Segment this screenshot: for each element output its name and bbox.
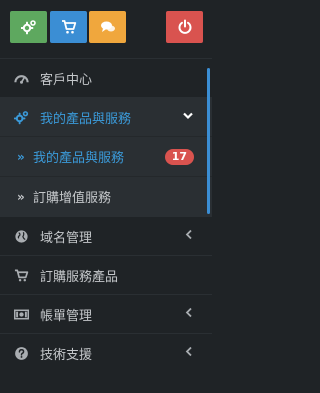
submenu-item-order-addons[interactable]: » 訂購增值服務 xyxy=(0,176,212,216)
submenu-my-products: » 我的產品與服務 17 » 訂購增值服務 xyxy=(0,136,212,216)
sidebar-item-label: 訂購服務產品 xyxy=(40,269,119,285)
submenu-item-label: 訂購增值服務 xyxy=(33,191,112,206)
scrollbar[interactable] xyxy=(207,68,210,214)
sidebar-item-my-products[interactable]: 我的產品與服務 xyxy=(0,97,212,136)
shopping-cart-icon xyxy=(13,267,29,283)
sidebar-item-domains[interactable]: 域名管理 xyxy=(0,216,212,255)
settings-button[interactable] xyxy=(10,11,47,43)
submenu-item-label: 我的產品與服務 xyxy=(33,151,125,166)
quick-buttons-bar xyxy=(0,0,212,58)
chevron-left-icon xyxy=(184,229,194,244)
shopping-cart-icon xyxy=(61,20,76,34)
cogs-icon xyxy=(13,109,29,125)
cogs-icon xyxy=(20,20,36,35)
sidebar-item-label: 帳單管理 xyxy=(40,308,93,324)
dashboard-icon xyxy=(13,70,29,86)
globe-icon xyxy=(13,228,29,244)
sidebar: 客戶中心 我的產品與服務 » 我的產品與服務 17 » 訂購增值服務 域名管理 … xyxy=(0,0,212,393)
sidebar-item-label: 技術支援 xyxy=(40,347,93,363)
cart-button[interactable] xyxy=(50,11,87,43)
power-icon xyxy=(178,19,191,34)
logout-button[interactable] xyxy=(166,11,203,43)
sidebar-item-client-center[interactable]: 客戶中心 xyxy=(0,58,212,97)
sidebar-item-label: 我的產品與服務 xyxy=(40,111,132,127)
double-chevron-right-icon: » xyxy=(17,189,25,204)
sidebar-item-order-services[interactable]: 訂購服務產品 xyxy=(0,255,212,294)
sidebar-item-label: 域名管理 xyxy=(40,230,93,246)
money-icon xyxy=(13,306,29,322)
chevron-left-icon xyxy=(184,346,194,361)
sidebar-nav: 客戶中心 我的產品與服務 » 我的產品與服務 17 » 訂購增值服務 域名管理 … xyxy=(0,58,212,372)
submenu-item-my-products[interactable]: » 我的產品與服務 17 xyxy=(0,136,212,176)
comments-icon xyxy=(100,21,115,32)
sidebar-item-label: 客戶中心 xyxy=(40,72,93,88)
question-circle-icon xyxy=(13,345,29,361)
chevron-left-icon xyxy=(184,307,194,322)
count-badge: 17 xyxy=(164,148,194,165)
sidebar-item-support[interactable]: 技術支援 xyxy=(0,333,212,372)
double-chevron-right-icon: » xyxy=(17,149,25,164)
sidebar-item-billing[interactable]: 帳單管理 xyxy=(0,294,212,333)
chat-button[interactable] xyxy=(89,11,126,43)
chevron-down-icon xyxy=(182,110,194,125)
